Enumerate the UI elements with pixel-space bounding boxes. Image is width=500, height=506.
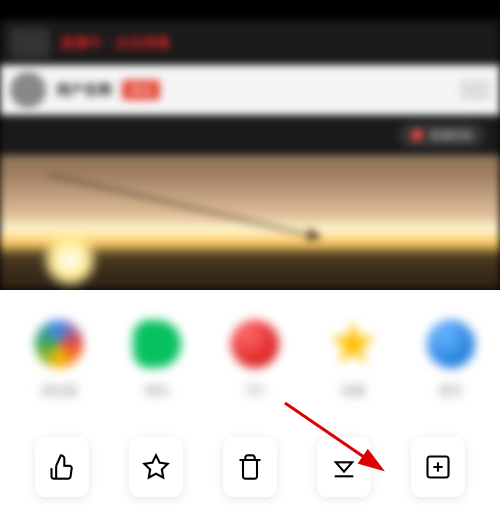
more-button[interactable]	[411, 437, 465, 497]
wechat-icon	[133, 320, 181, 368]
sun-graphic	[40, 230, 100, 290]
star-outline-icon	[142, 453, 170, 481]
avatar	[10, 72, 46, 108]
trash-icon	[236, 453, 264, 481]
share-qq[interactable]: QQ	[231, 320, 279, 399]
delete-button[interactable]	[223, 437, 277, 497]
share-favorite[interactable]: 收藏	[329, 320, 377, 399]
video-thumbnail	[0, 155, 500, 290]
share-moments[interactable]: 朋友圈	[35, 320, 83, 399]
promo-banner: 直播中 · 点击观看	[0, 20, 500, 65]
share-row: 朋友圈 微信 QQ 收藏 更多	[0, 320, 500, 399]
moments-icon	[35, 320, 83, 368]
background-content: 直播中 · 点击观看 用户名称 关注 直播回放	[0, 0, 500, 290]
status-bar	[0, 0, 500, 20]
qq-icon	[231, 320, 279, 368]
action-row	[0, 399, 500, 497]
like-button[interactable]	[35, 437, 89, 497]
banner-logo	[10, 28, 50, 58]
live-label: 直播回放	[429, 127, 473, 143]
download-button[interactable]	[317, 437, 371, 497]
profile-bar: 用户名称 关注	[0, 65, 500, 115]
plus-square-icon	[424, 453, 452, 481]
thumbs-up-icon	[48, 453, 76, 481]
title-bar: 直播回放	[0, 115, 500, 155]
profile-tag: 关注	[122, 80, 160, 100]
download-icon	[330, 453, 358, 481]
share-more[interactable]: 更多	[427, 320, 475, 399]
info-button	[460, 80, 490, 100]
banner-text: 直播中 · 点击观看	[60, 33, 170, 53]
live-dot-icon	[411, 129, 423, 141]
more-share-icon	[427, 320, 475, 368]
profile-name: 用户名称	[56, 80, 112, 100]
action-sheet: 朋友圈 微信 QQ 收藏 更多	[0, 290, 500, 506]
share-wechat[interactable]: 微信	[133, 320, 181, 399]
contrail-graphic	[48, 174, 321, 240]
star-icon	[329, 320, 377, 368]
live-badge: 直播回放	[399, 123, 485, 147]
favorite-button[interactable]	[129, 437, 183, 497]
